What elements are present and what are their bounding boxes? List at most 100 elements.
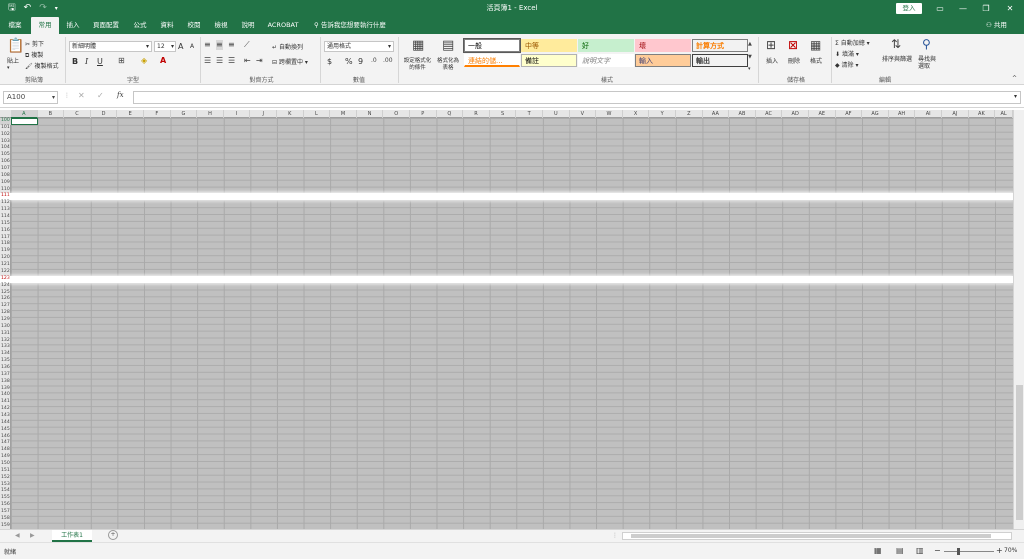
bold-button[interactable]: B bbox=[72, 57, 78, 66]
increase-decimal-icon[interactable]: .0 bbox=[371, 56, 377, 66]
tab-data[interactable]: 資料 bbox=[154, 17, 180, 34]
conditional-format-icon[interactable]: ▦ bbox=[412, 38, 424, 53]
restore-icon[interactable]: ❐ bbox=[975, 1, 997, 16]
page-layout-view-icon[interactable]: ▤ bbox=[896, 546, 904, 556]
row-header[interactable]: 136 bbox=[0, 365, 11, 372]
sort-filter-button[interactable]: 排序與篩選 bbox=[882, 54, 912, 63]
autosum-button[interactable]: Σ 自動加總 ▾ bbox=[835, 38, 870, 47]
tab-split-icon[interactable]: ⋮ bbox=[612, 532, 618, 539]
column-header[interactable]: X bbox=[623, 110, 650, 118]
borders-icon[interactable]: ⊞ bbox=[118, 56, 125, 66]
column-header[interactable]: B bbox=[38, 110, 65, 118]
column-header[interactable]: V bbox=[570, 110, 597, 118]
highlighted-row[interactable] bbox=[11, 193, 1013, 201]
row-header[interactable]: 130 bbox=[0, 324, 11, 331]
zoom-slider-thumb[interactable] bbox=[957, 548, 960, 555]
tab-view[interactable]: 檢視 bbox=[208, 17, 234, 34]
fill-color-icon[interactable]: ◈ bbox=[141, 56, 147, 66]
column-header[interactable]: H bbox=[197, 110, 224, 118]
share-button[interactable]: ⚇ 共用 bbox=[986, 17, 1007, 34]
tab-review[interactable]: 校閱 bbox=[181, 17, 207, 34]
column-header[interactable]: AA bbox=[703, 110, 730, 118]
row-header[interactable]: 123 bbox=[0, 275, 11, 283]
delete-cells-icon[interactable]: ⊠ bbox=[788, 38, 798, 52]
cut-button[interactable]: ✂ 剪下 bbox=[25, 39, 44, 48]
row-header[interactable]: 131 bbox=[0, 331, 11, 338]
row-header[interactable]: 116 bbox=[0, 228, 11, 235]
row-header[interactable]: 114 bbox=[0, 214, 11, 221]
grow-font-button[interactable]: A bbox=[178, 42, 183, 51]
format-cells-icon[interactable]: ▦ bbox=[810, 38, 821, 52]
worksheet-grid[interactable]: A B C D E F G H I J K L M N O P Q R S T U V W X Y Z AA AB AC AD AE AF AG… bbox=[0, 110, 1024, 529]
column-header[interactable]: AD bbox=[782, 110, 809, 118]
horizontal-scroll-thumb[interactable] bbox=[631, 534, 991, 538]
column-header[interactable]: L bbox=[304, 110, 331, 118]
gallery-down-icon[interactable]: ▼ bbox=[748, 52, 752, 62]
row-header[interactable]: 128 bbox=[0, 310, 11, 317]
column-header[interactable]: AB bbox=[729, 110, 756, 118]
percent-button[interactable]: % bbox=[345, 57, 353, 66]
find-icon[interactable]: ⚲ bbox=[922, 37, 931, 51]
column-header[interactable]: Q bbox=[437, 110, 464, 118]
row-header[interactable]: 137 bbox=[0, 372, 11, 379]
row-header[interactable]: 152 bbox=[0, 475, 11, 482]
column-header[interactable]: C bbox=[64, 110, 91, 118]
column-header[interactable]: D bbox=[91, 110, 118, 118]
column-header[interactable]: Z bbox=[676, 110, 703, 118]
enter-icon[interactable]: ✓ bbox=[97, 91, 104, 100]
zoom-slider[interactable] bbox=[944, 548, 994, 555]
gallery-up-icon[interactable]: ▲ bbox=[748, 39, 752, 49]
column-header[interactable]: A bbox=[11, 110, 38, 118]
cell-style-5[interactable]: 連結的儲... bbox=[464, 54, 520, 67]
sheet-nav-prev-icon[interactable]: ◀ bbox=[15, 532, 20, 539]
cell-style-6[interactable]: 備註 bbox=[521, 54, 577, 67]
wrap-text-button[interactable]: ↵ 自動換列 bbox=[272, 42, 303, 51]
horizontal-scrollbar[interactable] bbox=[622, 532, 1012, 540]
sort-filter-icon[interactable]: ⇅ bbox=[891, 37, 901, 51]
copy-button[interactable]: ⧉ 複製 bbox=[25, 50, 43, 60]
row-header[interactable]: 115 bbox=[0, 221, 11, 228]
paste-button[interactable]: 貼上 bbox=[7, 56, 19, 65]
fill-button[interactable]: ⬇ 填滿 ▾ bbox=[835, 49, 859, 58]
number-format-select[interactable]: 通用格式 ▾ bbox=[324, 41, 394, 52]
column-header[interactable]: AI bbox=[915, 110, 942, 118]
column-header[interactable]: M bbox=[330, 110, 357, 118]
font-size-select[interactable]: 12 ▾ bbox=[154, 41, 176, 52]
italic-button[interactable]: I bbox=[85, 57, 88, 66]
align-bottom-icon[interactable]: ≡ bbox=[228, 40, 235, 50]
collapse-ribbon-icon[interactable]: ^ bbox=[1012, 74, 1017, 84]
comma-button[interactable]: 9 bbox=[358, 57, 363, 66]
row-header[interactable]: 156 bbox=[0, 502, 11, 509]
row-header[interactable]: 151 bbox=[0, 468, 11, 475]
row-header[interactable]: 129 bbox=[0, 317, 11, 324]
cancel-icon[interactable]: ✕ bbox=[78, 91, 85, 100]
merge-center-button[interactable]: ⊟ 跨欄置中 ▾ bbox=[272, 57, 308, 66]
row-header[interactable]: 124 bbox=[0, 283, 11, 290]
sign-in-button[interactable]: 登入 bbox=[896, 3, 922, 14]
column-header[interactable]: N bbox=[357, 110, 384, 118]
row-header[interactable]: 102 bbox=[0, 132, 11, 139]
minimize-icon[interactable]: — bbox=[952, 1, 974, 16]
align-center-icon[interactable]: ☰ bbox=[216, 56, 223, 66]
tell-me-search[interactable]: ⚲ 告訴我您想要執行什麼 bbox=[314, 17, 386, 34]
page-break-view-icon[interactable]: ▥ bbox=[916, 546, 924, 556]
insert-cells-icon[interactable]: ⊞ bbox=[766, 38, 776, 52]
close-icon[interactable]: ✕ bbox=[999, 1, 1021, 16]
decrease-indent-icon[interactable]: ⇤ bbox=[244, 56, 251, 66]
font-color-icon[interactable]: A bbox=[160, 56, 166, 66]
row-header[interactable]: 101 bbox=[0, 125, 11, 132]
underline-button[interactable]: U bbox=[97, 57, 103, 66]
decrease-decimal-icon[interactable]: .00 bbox=[383, 56, 393, 66]
formula-input[interactable] bbox=[133, 91, 1021, 104]
row-header[interactable]: 144 bbox=[0, 420, 11, 427]
active-cell[interactable] bbox=[11, 118, 38, 125]
row-header[interactable]: 109 bbox=[0, 180, 11, 187]
format-painter-button[interactable]: 🖌 複製格式 bbox=[25, 61, 59, 70]
column-header[interactable]: AJ bbox=[942, 110, 969, 118]
tab-formulas[interactable]: 公式 bbox=[127, 17, 153, 34]
align-right-icon[interactable]: ☰ bbox=[228, 56, 235, 66]
format-cells-button[interactable]: 格式 bbox=[810, 56, 822, 65]
tab-page-layout[interactable]: 頁面配置 bbox=[88, 17, 124, 34]
column-header[interactable]: R bbox=[463, 110, 490, 118]
gallery-more-icon[interactable]: ▾ bbox=[748, 64, 751, 74]
